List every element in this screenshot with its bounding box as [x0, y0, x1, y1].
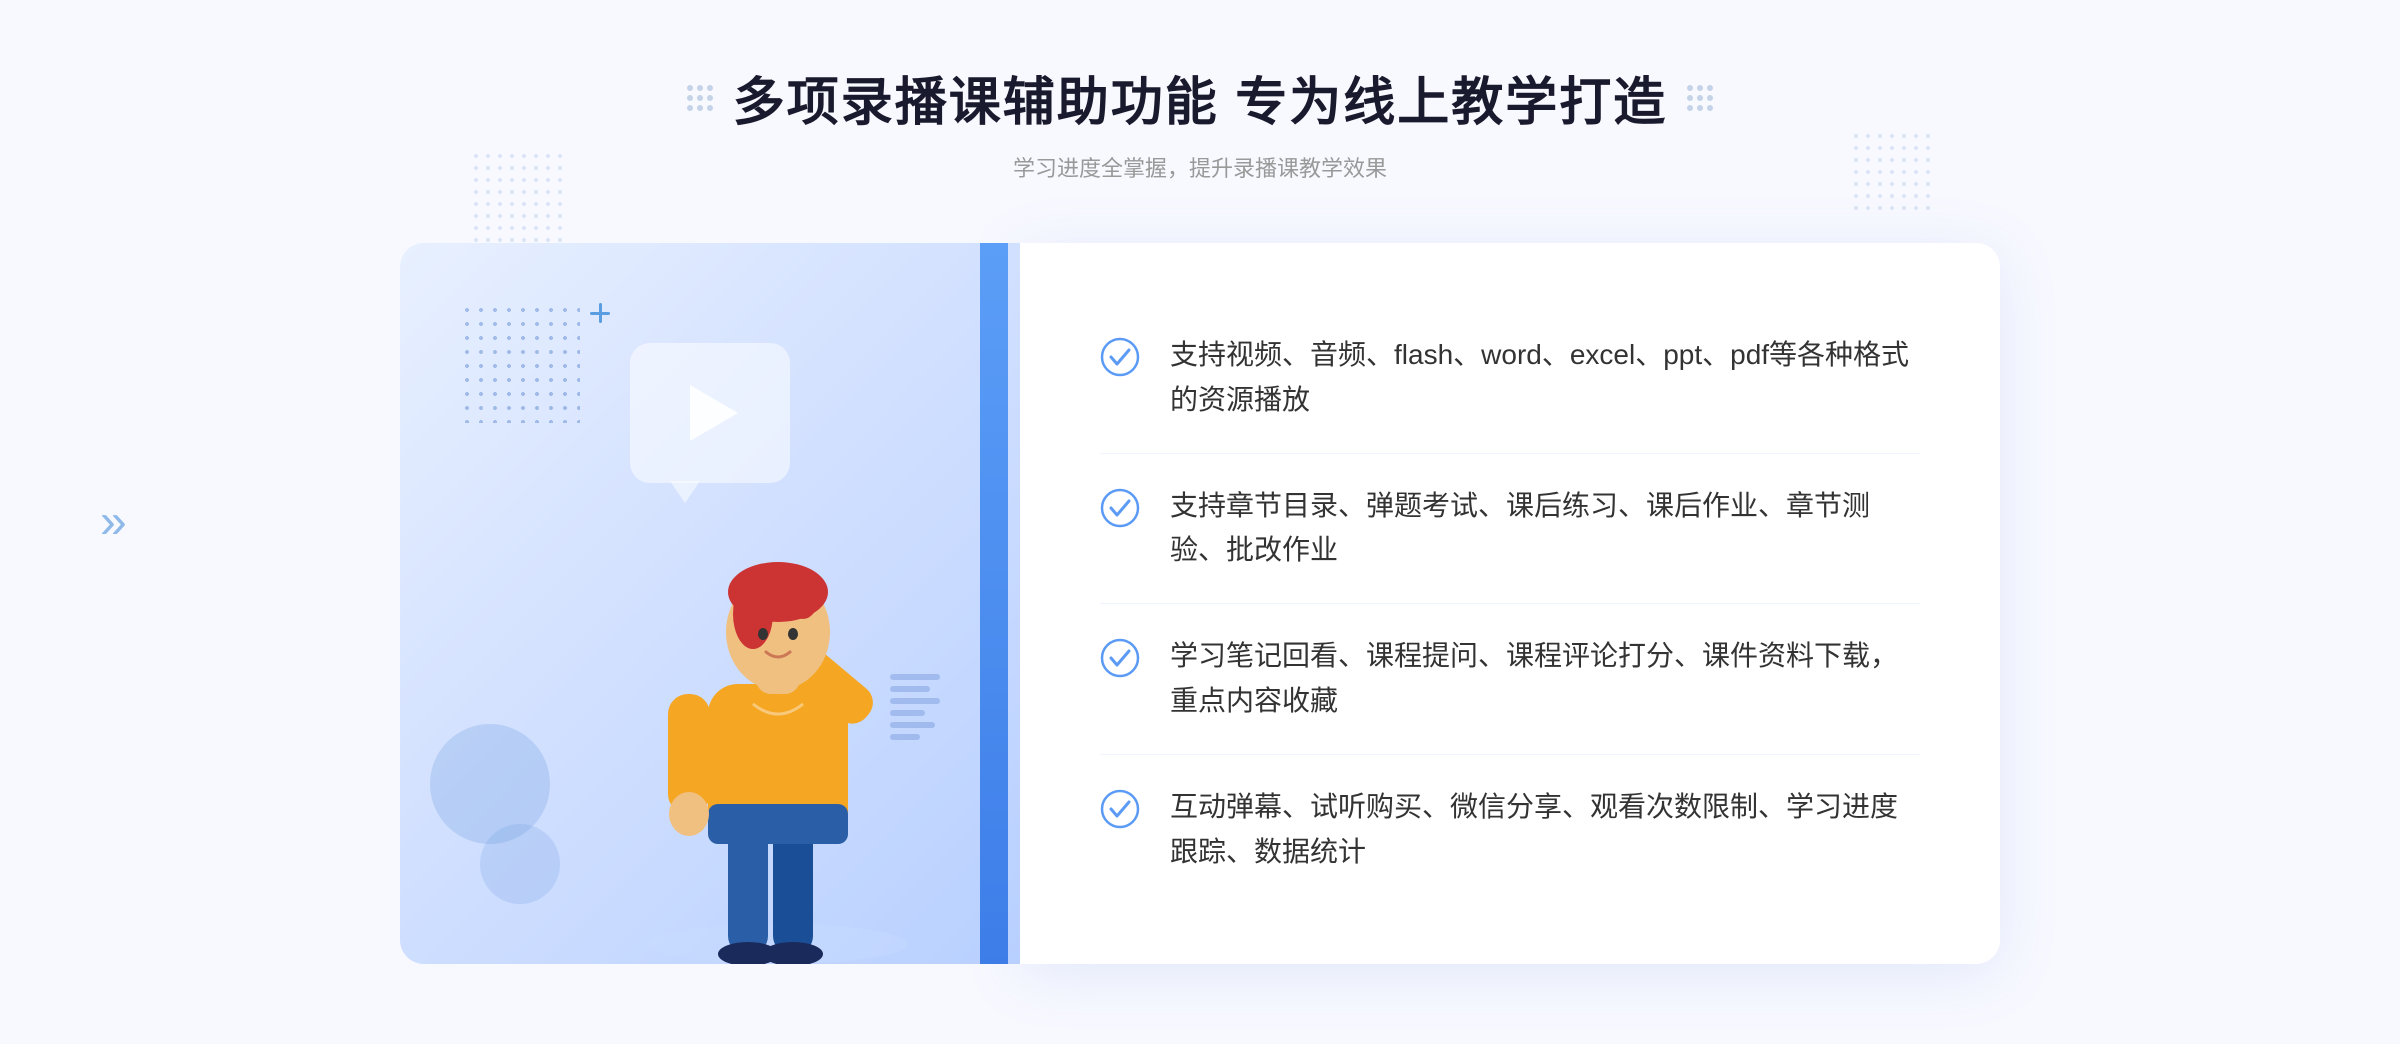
bg-dots-left	[470, 150, 570, 250]
dots-decoration-right	[1687, 85, 1713, 111]
check-icon-3	[1100, 638, 1140, 678]
feature-text-1: 支持视频、音频、flash、word、excel、ppt、pdf等各种格式的资源…	[1170, 333, 1920, 423]
feature-item-3: 学习笔记回看、课程提问、课程评论打分、课件资料下载，重点内容收藏	[1100, 604, 1920, 755]
header-section: 多项录播课辅助功能 专为线上教学打造 学习进度全掌握，提升录播课教学效果	[687, 60, 1713, 183]
feature-item-1: 支持视频、音频、flash、word、excel、ppt、pdf等各种格式的资源…	[1100, 303, 1920, 454]
blue-accent-bar	[980, 243, 1008, 964]
feature-text-4: 互动弹幕、试听购买、微信分享、观看次数限制、学习进度跟踪、数据统计	[1170, 785, 1920, 875]
content-panel: 支持视频、音频、flash、word、excel、ppt、pdf等各种格式的资源…	[1020, 243, 2000, 964]
feature-item-2: 支持章节目录、弹题考试、课后练习、课后作业、章节测验、批改作业	[1100, 454, 1920, 605]
main-content: 支持视频、音频、flash、word、excel、ppt、pdf等各种格式的资源…	[400, 243, 2000, 964]
check-icon-2	[1100, 488, 1140, 528]
play-bubble	[630, 343, 790, 483]
illustration-dots	[460, 303, 580, 423]
check-icon-1	[1100, 337, 1140, 377]
dots-decoration-left	[687, 85, 713, 111]
play-icon	[690, 385, 738, 441]
feature-text-2: 支持章节目录、弹题考试、课后练习、课后作业、章节测验、批改作业	[1170, 484, 1920, 574]
circle-decoration-2	[480, 824, 560, 904]
page-container: » 多项录播课辅助功能 专为线上教学打造 学习进度全掌握，提升录播课教学效果	[0, 0, 2400, 1044]
header-subtitle: 学习进度全掌握，提升录播课教学效果	[687, 151, 1713, 183]
title-text: 多项录播课辅助功能 专为线上教学打造	[733, 60, 1667, 135]
feature-text-3: 学习笔记回看、课程提问、课程评论打分、课件资料下载，重点内容收藏	[1170, 634, 1920, 724]
page-title: 多项录播课辅助功能 专为线上教学打造	[687, 60, 1713, 135]
bg-dots-right	[1850, 130, 1930, 210]
illustration-area	[400, 243, 1020, 964]
illustration-figure	[608, 484, 948, 964]
chevron-decoration: »	[100, 495, 127, 550]
check-icon-4	[1100, 789, 1140, 829]
feature-item-4: 互动弹幕、试听购买、微信分享、观看次数限制、学习进度跟踪、数据统计	[1100, 755, 1920, 905]
